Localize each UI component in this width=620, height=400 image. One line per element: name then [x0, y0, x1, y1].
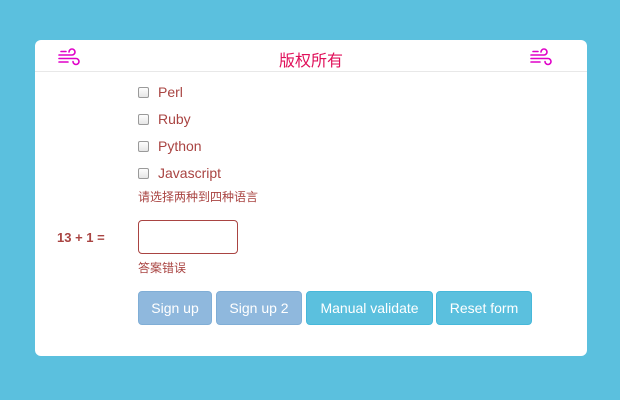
reset-form-button[interactable]: Reset form: [436, 291, 532, 325]
form-card: 版权所有 Perl Ruby Python Javascript 请选择两种到四…: [35, 40, 587, 356]
checkbox-perl[interactable]: Perl: [138, 82, 183, 102]
checkbox-label: Ruby: [158, 111, 191, 127]
checkbox-python[interactable]: Python: [138, 136, 202, 156]
languages-error-message: 请选择两种到四种语言: [138, 190, 259, 204]
captcha-input[interactable]: [138, 220, 238, 254]
checkbox-label: Javascript: [158, 165, 222, 181]
copyright-title: 版权所有: [278, 51, 343, 70]
checkbox-label: Python: [158, 138, 202, 154]
manual-validate-button[interactable]: Manual validate: [306, 291, 433, 325]
checkbox-box[interactable]: [138, 140, 149, 152]
card-header: 版权所有: [35, 40, 587, 72]
wind-icon: [530, 48, 552, 66]
sign-up-2-button[interactable]: Sign up 2: [216, 291, 302, 325]
checkbox-ruby[interactable]: Ruby: [138, 109, 191, 129]
checkbox-box[interactable]: [138, 86, 149, 98]
checkbox-box[interactable]: [138, 113, 149, 125]
checkbox-box[interactable]: [138, 167, 149, 179]
checkbox-label: Perl: [158, 84, 183, 100]
captcha-question: 13 + 1 =: [57, 230, 105, 245]
checkbox-javascript[interactable]: Javascript: [138, 163, 221, 183]
sign-up-button[interactable]: Sign up: [138, 291, 212, 325]
captcha-error-message: 答案错误: [138, 261, 187, 275]
